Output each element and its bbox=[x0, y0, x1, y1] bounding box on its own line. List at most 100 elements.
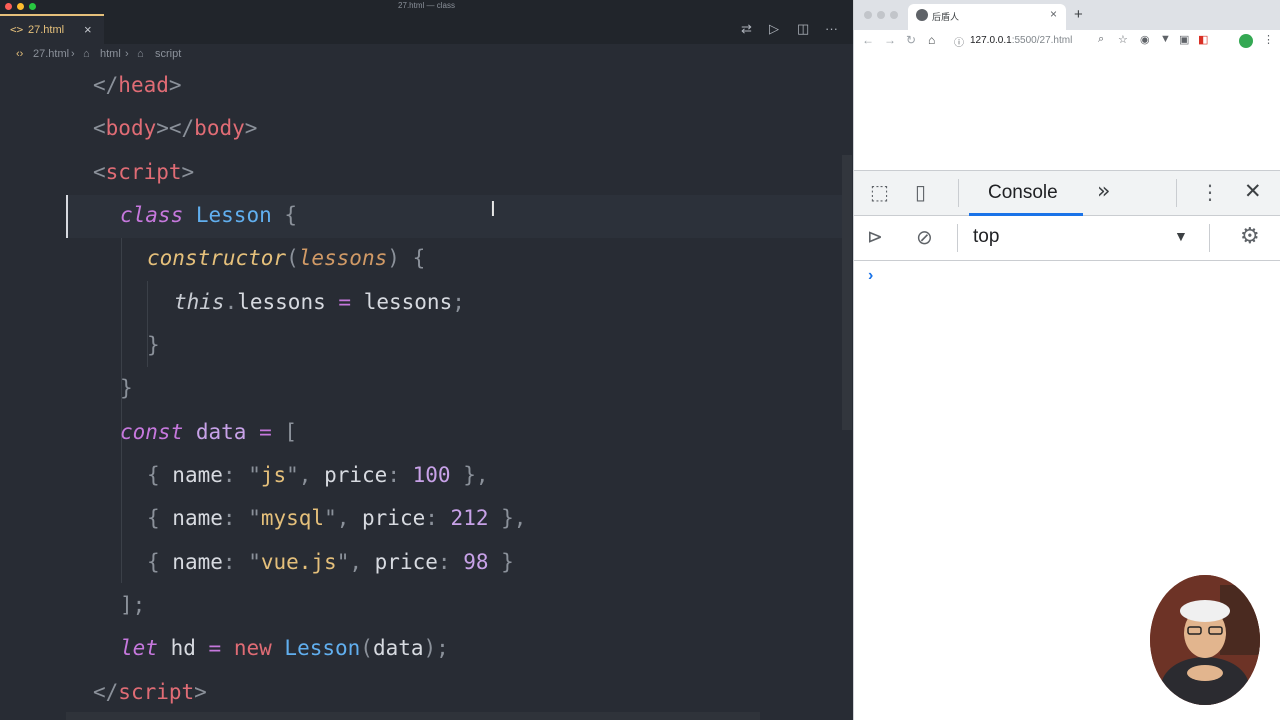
code-line[interactable]: </head> bbox=[93, 64, 182, 107]
code-editor: 27.html — class <> 27.html × ⇄ ▷ ◫ ··· ‹… bbox=[0, 0, 853, 720]
code-line[interactable]: this.lessons = lessons; bbox=[174, 281, 465, 324]
code-token: name bbox=[159, 550, 223, 574]
forward-icon[interactable]: → bbox=[884, 33, 896, 47]
horizontal-scrollbar[interactable] bbox=[66, 712, 760, 720]
address-bar[interactable]: 127.0.0.1:5500/27.html bbox=[970, 35, 1072, 46]
source-control-icon[interactable]: ⇄ bbox=[741, 21, 752, 37]
new-tab-icon[interactable]: + bbox=[1074, 6, 1083, 23]
close-icon[interactable]: × bbox=[1050, 7, 1057, 21]
code-token: ( bbox=[360, 636, 373, 660]
extension-icon[interactable]: ◉ bbox=[1140, 33, 1150, 46]
more-actions-icon[interactable]: ··· bbox=[825, 21, 838, 36]
url-path: :5500/27.html bbox=[1011, 35, 1073, 46]
tab-27-html[interactable]: <> 27.html × bbox=[0, 14, 104, 44]
code-line[interactable]: const data = [ bbox=[120, 411, 297, 454]
chevron-right-icon: › bbox=[125, 48, 129, 60]
code-token: Lesson bbox=[195, 203, 272, 227]
gear-icon[interactable]: ⚙ bbox=[1240, 224, 1260, 249]
reload-icon[interactable]: ↻ bbox=[906, 33, 916, 47]
code-line[interactable]: { name: "mysql", price: 212 }, bbox=[147, 497, 526, 540]
code-line[interactable]: { name: "js", price: 100 }, bbox=[147, 454, 489, 497]
code-token: { bbox=[412, 246, 426, 270]
code-token: class bbox=[120, 203, 184, 227]
code-line[interactable]: class Lesson { bbox=[120, 194, 297, 237]
presenter-video-icon bbox=[1150, 575, 1260, 705]
code-token: const bbox=[120, 420, 184, 444]
code-token: 212 bbox=[450, 506, 489, 530]
code-token: > bbox=[194, 680, 207, 704]
vertical-scrollbar[interactable] bbox=[842, 155, 852, 430]
close-icon[interactable]: × bbox=[84, 22, 92, 37]
code-token: , bbox=[349, 550, 363, 574]
more-tabs-icon[interactable]: » bbox=[1097, 179, 1110, 204]
browser-tab[interactable]: 后盾人 × bbox=[908, 4, 1066, 30]
globe-icon bbox=[916, 9, 928, 21]
code-line[interactable]: ]; bbox=[120, 584, 145, 627]
site-info-icon[interactable]: ⓘ bbox=[954, 34, 964, 49]
menu-icon[interactable]: ⋮ bbox=[1263, 33, 1274, 46]
home-icon[interactable]: ⌂ bbox=[928, 33, 935, 47]
sidebar-toggle-icon[interactable]: ⊳ bbox=[867, 226, 883, 248]
breadcrumb-item-html[interactable]: html bbox=[100, 48, 121, 60]
code-token: body bbox=[105, 116, 157, 140]
maximize-window-button[interactable] bbox=[890, 11, 898, 19]
code-line[interactable]: } bbox=[120, 367, 133, 410]
code-area[interactable]: </head> <body></body> <script> class Lesson… bbox=[0, 64, 853, 712]
code-token: = bbox=[338, 290, 352, 314]
code-token: ></ bbox=[156, 116, 195, 140]
code-token: = bbox=[259, 420, 272, 444]
code-token: 100 bbox=[412, 463, 451, 487]
run-icon[interactable]: ▷ bbox=[769, 21, 779, 37]
code-token: lessons bbox=[237, 290, 326, 314]
clear-console-icon[interactable]: ⊘ bbox=[916, 225, 933, 249]
code-token: hd bbox=[157, 636, 209, 660]
code-token: = bbox=[208, 636, 222, 660]
device-toolbar-icon[interactable]: ▯ bbox=[915, 180, 926, 204]
bookmark-star-icon[interactable]: ☆ bbox=[1118, 33, 1128, 46]
extension-icon[interactable]: ◧ bbox=[1198, 33, 1208, 46]
code-line[interactable]: <script> bbox=[93, 151, 194, 194]
context-selector[interactable]: top bbox=[973, 226, 999, 248]
chevron-down-icon[interactable]: ▼ bbox=[1174, 228, 1188, 244]
code-token: script bbox=[118, 680, 195, 704]
tab-console[interactable]: Console bbox=[969, 171, 1083, 216]
code-line[interactable]: </script> bbox=[93, 671, 207, 714]
code-token: head bbox=[118, 73, 169, 97]
avatar[interactable] bbox=[1239, 34, 1253, 48]
code-token: price bbox=[311, 463, 388, 487]
split-editor-icon[interactable]: ◫ bbox=[797, 21, 809, 37]
code-line[interactable]: constructor(lessons) { bbox=[147, 237, 425, 280]
code-token: : bbox=[425, 506, 438, 530]
code-token: ]; bbox=[120, 593, 146, 617]
close-icon[interactable]: ✕ bbox=[1244, 179, 1262, 203]
code-token: data bbox=[195, 420, 247, 444]
breadcrumb-item-file[interactable]: 27.html bbox=[33, 48, 69, 60]
extension-icon[interactable]: ▣ bbox=[1179, 33, 1189, 46]
inspect-element-icon[interactable]: ⬚ bbox=[870, 180, 889, 204]
breadcrumb-item-script[interactable]: script bbox=[155, 48, 181, 60]
code-token: }, bbox=[501, 506, 527, 530]
close-window-button[interactable] bbox=[864, 11, 872, 19]
browser-tab-strip: 后盾人 × + bbox=[854, 0, 1280, 30]
browser-toolbar: ← → ↻ ⌂ ⓘ 127.0.0.1:5500/27.html ⌕ ☆ ◉ ▼… bbox=[854, 30, 1280, 52]
code-token: > bbox=[244, 116, 258, 140]
code-line[interactable]: <body></body> bbox=[93, 107, 257, 150]
code-token: ) bbox=[387, 246, 400, 270]
code-token: : bbox=[222, 463, 236, 487]
back-icon[interactable]: ← bbox=[862, 33, 874, 47]
code-line[interactable]: { name: "vue.js", price: 98 } bbox=[147, 541, 514, 584]
extension-icon[interactable]: ▼ bbox=[1160, 33, 1171, 45]
tab-label: 27.html bbox=[28, 24, 65, 36]
console-prompt[interactable]: › bbox=[868, 267, 873, 285]
code-line[interactable]: let hd = new Lesson(data); bbox=[120, 627, 449, 670]
minimize-window-button[interactable] bbox=[877, 11, 885, 19]
code-line[interactable]: } bbox=[147, 324, 160, 367]
more-options-icon[interactable]: ⋮ bbox=[1200, 180, 1220, 204]
zoom-icon[interactable]: ⌕ bbox=[1098, 33, 1104, 46]
